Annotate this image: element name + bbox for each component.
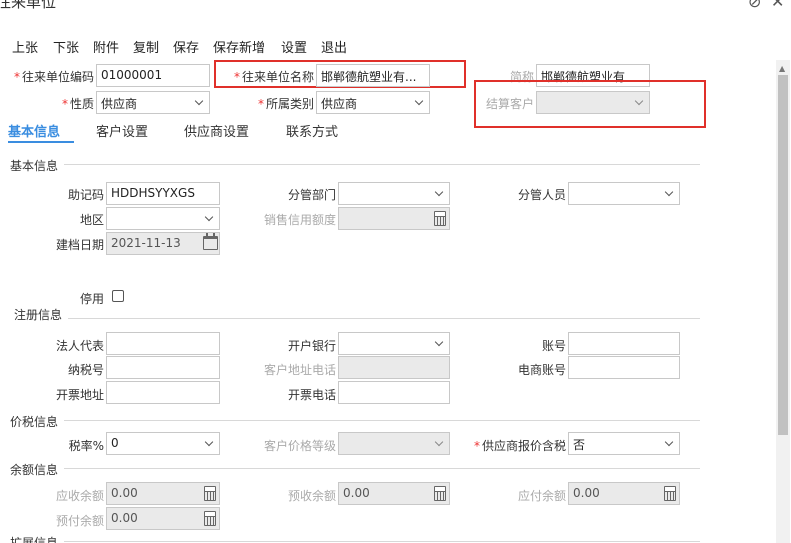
calculator-icon[interactable]: [204, 486, 216, 501]
account-input[interactable]: [568, 332, 680, 355]
calculator-icon[interactable]: [204, 511, 216, 526]
attachment-button[interactable]: 附件: [93, 37, 119, 56]
nature-select[interactable]: 供应商: [96, 91, 210, 114]
payable-label: 应付余额: [517, 489, 566, 503]
mnemonic-input[interactable]: HDDHSYYXGS: [106, 182, 220, 205]
window-title: 往来单位: [0, 0, 57, 11]
section-title-register: 注册信息: [14, 306, 69, 323]
dept-select[interactable]: [338, 182, 450, 205]
save-and-new-button[interactable]: 保存新增: [213, 37, 265, 56]
section-title-basic: 基本信息: [10, 157, 65, 174]
invoice-phone-label: 开票电话: [287, 388, 336, 402]
supplier-tax-label: * 供应商报价含税: [473, 439, 566, 453]
invoice-phone-input[interactable]: [338, 381, 450, 404]
prepay-input: 0.00: [106, 507, 220, 530]
settle-customer-select[interactable]: [536, 91, 650, 114]
receivable-label: 应收余额: [55, 489, 104, 503]
region-select[interactable]: [106, 207, 220, 230]
active-tab-indicator: [8, 141, 74, 143]
tab-basic-info[interactable]: 基本信息: [8, 121, 60, 140]
supplier-tax-select[interactable]: 否: [568, 432, 680, 455]
addr-phone-input: [338, 356, 450, 379]
section-title-balance: 余额信息: [10, 461, 65, 478]
section-title-price-tax: 价税信息: [10, 413, 65, 430]
tab-contacts[interactable]: 联系方式: [286, 121, 338, 140]
price-level-select: [338, 432, 450, 455]
bank-select[interactable]: [338, 332, 450, 355]
name-input[interactable]: 邯郸德航塑业有...: [316, 64, 430, 87]
credit-label: 销售信用额度: [263, 213, 336, 227]
calculator-icon[interactable]: [434, 486, 446, 501]
invoice-address-input[interactable]: [106, 381, 220, 404]
help-icon[interactable]: ⊘: [748, 0, 761, 11]
tax-rate-select[interactable]: 0: [106, 432, 220, 455]
scroll-up-icon[interactable]: ▲: [779, 64, 785, 73]
ecom-account-label: 电商账号: [517, 363, 566, 377]
calculator-icon[interactable]: [664, 486, 676, 501]
account-label: 账号: [541, 339, 566, 353]
tax-no-input[interactable]: [106, 356, 220, 379]
mnemonic-label: 助记码: [67, 188, 104, 202]
prev-record-button[interactable]: 上张: [12, 37, 38, 56]
tab-customer-settings[interactable]: 客户设置: [96, 121, 148, 140]
bank-label: 开户银行: [287, 339, 336, 353]
settings-button[interactable]: 设置: [281, 37, 307, 56]
price-level-label: 客户价格等级: [263, 439, 336, 453]
tax-rate-label: 税率%: [68, 439, 104, 453]
region-label: 地区: [79, 213, 104, 227]
name-label: * 往来单位名称: [233, 70, 314, 84]
nature-label: * 性质: [61, 97, 94, 111]
created-date-label: 建档日期: [55, 238, 104, 252]
exit-button[interactable]: 退出: [321, 37, 347, 56]
advance-received-label: 预收余额: [287, 489, 336, 503]
staff-select[interactable]: [568, 182, 680, 205]
section-divider: [14, 318, 700, 319]
category-label: * 所属类别: [257, 97, 314, 111]
tab-supplier-settings[interactable]: 供应商设置: [184, 121, 249, 140]
next-record-button[interactable]: 下张: [53, 37, 79, 56]
scrollbar-thumb[interactable]: [778, 75, 788, 435]
invoice-address-label: 开票地址: [55, 388, 104, 402]
ecom-account-input[interactable]: [568, 356, 680, 379]
close-icon[interactable]: ✕: [771, 0, 784, 11]
settle-customer-label: 结算客户: [485, 97, 534, 111]
addr-phone-label: 客户地址电话: [263, 363, 336, 377]
code-input[interactable]: 01000001: [96, 64, 210, 87]
staff-label: 分管人员: [517, 188, 566, 202]
calendar-icon[interactable]: [203, 233, 218, 250]
copy-button[interactable]: 复制: [133, 37, 159, 56]
calculator-icon[interactable]: [434, 211, 446, 226]
section-title-extend: 扩展信息: [10, 534, 65, 543]
prepay-label: 预付余额: [55, 514, 104, 528]
code-label: * 往来单位编码: [13, 70, 94, 84]
disabled-checkbox[interactable]: [112, 290, 124, 302]
receivable-input: 0.00: [106, 482, 220, 505]
tax-no-label: 纳税号: [67, 363, 104, 377]
section-divider: [10, 468, 700, 469]
legal-rep-input[interactable]: [106, 332, 220, 355]
legal-rep-label: 法人代表: [55, 339, 104, 353]
disabled-label: 停用: [79, 292, 104, 306]
category-select[interactable]: 供应商: [316, 91, 430, 114]
section-divider: [10, 164, 700, 165]
save-button[interactable]: 保存: [173, 37, 199, 56]
section-divider: [10, 541, 700, 542]
dept-label: 分管部门: [287, 188, 336, 202]
section-divider: [10, 420, 700, 421]
